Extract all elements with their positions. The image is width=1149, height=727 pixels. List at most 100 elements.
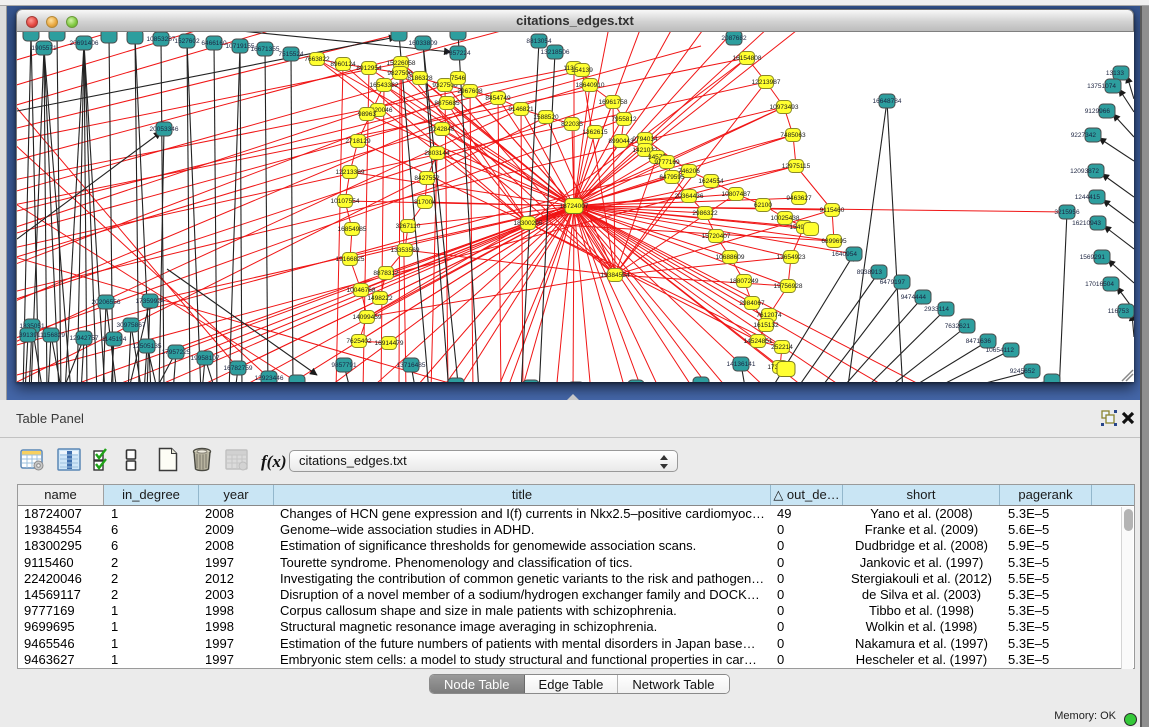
svg-text:16154808: 16154808: [733, 55, 762, 62]
svg-text:10853287: 10853287: [147, 36, 176, 43]
svg-text:154139: 154139: [571, 67, 593, 74]
svg-text:1145194: 1145194: [102, 336, 127, 343]
svg-text:17016504: 17016504: [1085, 281, 1114, 288]
svg-text:39139: 39139: [19, 332, 37, 339]
svg-text:9474444: 9474444: [901, 294, 927, 301]
svg-text:20691406: 20691406: [70, 40, 99, 47]
svg-text:16961758: 16961758: [599, 99, 628, 106]
svg-text:14524851: 14524851: [744, 338, 773, 345]
svg-text:3215956: 3215956: [1054, 209, 1080, 216]
svg-text:8454749: 8454749: [485, 95, 511, 102]
svg-text:7857224: 7857224: [445, 50, 471, 57]
svg-text:10807487: 10807487: [722, 191, 751, 198]
svg-text:1569291: 1569291: [1080, 254, 1106, 261]
svg-text:9242848: 9242848: [429, 126, 455, 133]
svg-text:12942757: 12942757: [70, 335, 99, 342]
svg-text:17359924: 17359924: [136, 298, 165, 305]
svg-text:12213987: 12213987: [752, 79, 781, 86]
svg-text:2087682: 2087682: [721, 35, 747, 42]
svg-text:6479595: 6479595: [659, 174, 685, 181]
svg-text:16210943: 16210943: [1072, 220, 1101, 227]
svg-text:10973493: 10973493: [770, 104, 799, 111]
svg-text:19958107: 19958107: [191, 355, 220, 362]
svg-text:9129966: 9129966: [1085, 108, 1111, 115]
svg-text:3267110: 3267110: [396, 223, 421, 230]
svg-text:98963: 98963: [358, 111, 376, 118]
svg-text:7612074: 7612074: [756, 312, 782, 319]
svg-text:7632621: 7632621: [945, 323, 971, 330]
svg-text:19166825: 19166825: [336, 256, 365, 263]
svg-text:6466160: 6466160: [201, 40, 227, 47]
svg-text:822035: 822035: [561, 121, 583, 128]
svg-text:10107554: 10107554: [331, 198, 360, 205]
svg-text:11156829: 11156829: [37, 332, 65, 339]
svg-text:16782759: 16782759: [224, 365, 253, 372]
svg-text:10688609: 10688609: [716, 254, 745, 261]
svg-text:12923446: 12923446: [255, 375, 284, 382]
svg-text:9115460: 9115460: [820, 207, 845, 214]
svg-text:817004: 817004: [414, 199, 436, 206]
svg-text:8813054: 8813054: [526, 38, 552, 45]
svg-text:252214: 252214: [771, 344, 793, 351]
svg-text:12213389: 12213389: [336, 169, 365, 176]
svg-text:7625402: 7625402: [346, 338, 372, 345]
svg-text:1615132: 1615132: [753, 322, 779, 329]
svg-text:12093872: 12093872: [1070, 168, 1099, 175]
svg-text:6899695: 6899695: [821, 238, 847, 245]
svg-text:8938913: 8938913: [857, 269, 883, 276]
svg-text:18807249: 18807249: [730, 278, 759, 285]
svg-text:1362615: 1362615: [582, 129, 608, 136]
svg-text:19756928: 19756928: [774, 283, 803, 290]
svg-text:1624554: 1624554: [698, 178, 724, 185]
svg-text:15226058: 15226058: [387, 60, 416, 67]
svg-text:2803144: 2803144: [424, 150, 450, 157]
svg-text:16648784: 16648784: [873, 98, 902, 105]
svg-text:8427552: 8427552: [414, 175, 440, 182]
svg-text:15720407: 15720407: [702, 233, 731, 240]
svg-text:9463627: 9463627: [786, 195, 812, 202]
svg-text:13654923: 13654923: [777, 254, 806, 261]
svg-text:16914479: 16914479: [375, 340, 404, 347]
svg-text:16543382: 16543382: [370, 82, 399, 89]
svg-text:20206556: 20206556: [92, 299, 121, 306]
svg-text:8990443: 8990443: [608, 138, 634, 145]
svg-text:13716485: 13716485: [397, 362, 426, 369]
svg-text:62100: 62100: [754, 202, 772, 209]
svg-text:8912954: 8912954: [356, 65, 382, 72]
svg-text:19384554: 19384554: [601, 272, 630, 279]
svg-text:116753: 116753: [1108, 308, 1130, 315]
svg-text:18300295: 18300295: [514, 220, 543, 227]
svg-text:14136141: 14136141: [727, 361, 756, 368]
svg-text:30975867: 30975867: [117, 322, 146, 329]
svg-text:18724007: 18724007: [560, 203, 589, 210]
svg-text:1640954: 1640954: [832, 251, 858, 258]
svg-text:7955812: 7955812: [611, 116, 637, 123]
svg-text:9794034: 9794034: [632, 136, 658, 143]
svg-text:1498222: 1498222: [367, 295, 393, 302]
svg-text:2933114: 2933114: [924, 306, 949, 313]
svg-text:10654112: 10654112: [986, 347, 1015, 354]
svg-text:14099459: 14099459: [353, 314, 382, 321]
svg-text:16671355: 16671355: [251, 46, 280, 53]
svg-text:8960124: 8960124: [330, 61, 356, 68]
svg-text:18640910: 18640910: [576, 82, 605, 89]
svg-text:13133: 13133: [1106, 70, 1124, 77]
svg-text:13751074: 13751074: [1087, 83, 1116, 90]
svg-text:9857791: 9857791: [331, 362, 357, 369]
svg-text:7663822: 7663822: [304, 56, 330, 63]
svg-text:16033809: 16033809: [409, 40, 438, 47]
svg-text:9227342: 9227342: [1071, 132, 1097, 139]
svg-text:1527602: 1527602: [174, 38, 200, 45]
svg-text:13218506: 13218506: [541, 49, 570, 56]
svg-text:8186328: 8186328: [407, 75, 433, 82]
svg-text:1905571: 1905571: [31, 45, 57, 52]
svg-text:13353569: 13353569: [391, 247, 420, 254]
svg-text:7546: 7546: [451, 75, 466, 82]
svg-text:9146821: 9146821: [508, 106, 534, 113]
svg-text:8471636: 8471636: [966, 338, 992, 345]
svg-text:6479197: 6479197: [880, 279, 906, 286]
svg-text:16854985: 16854985: [338, 226, 367, 233]
svg-text:8878312: 8878312: [373, 270, 399, 277]
svg-text:2718129: 2718129: [345, 138, 371, 145]
svg-text:1588520: 1588520: [533, 114, 559, 121]
